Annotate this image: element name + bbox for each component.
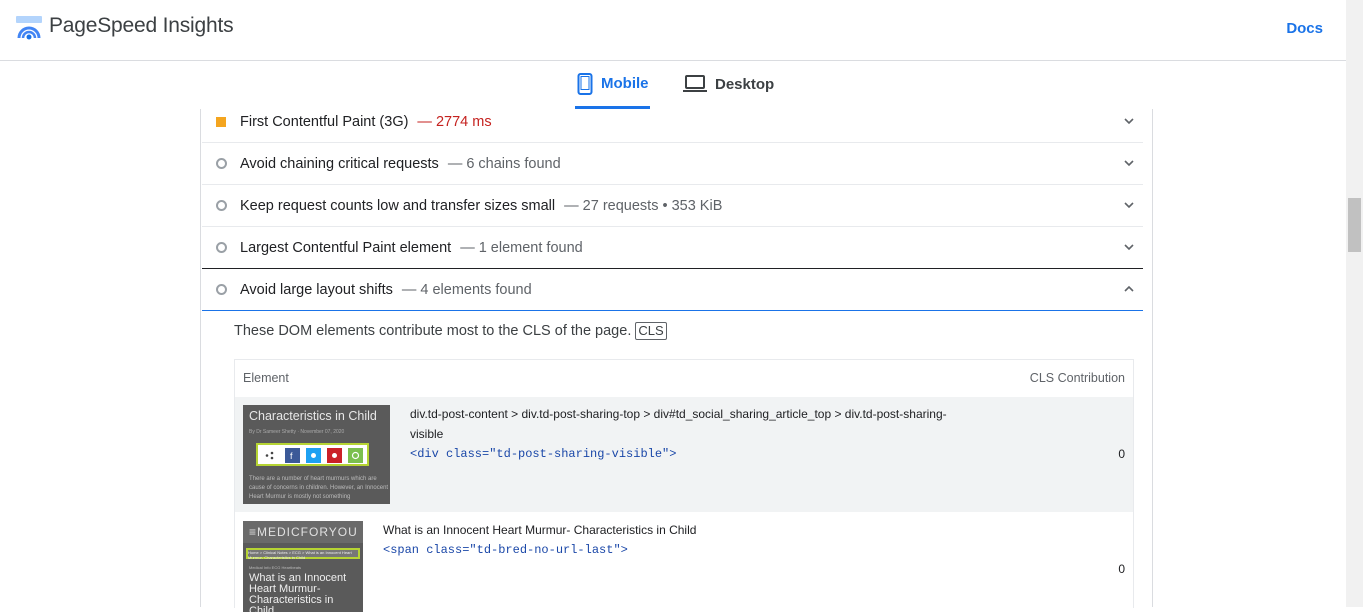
element-screenshot: ≡MEDICFORYOU Home > Clinical Notes > ECG… xyxy=(243,521,363,612)
element-screenshot: Characteristics in Child By Dr Sameer Sh… xyxy=(243,405,390,504)
audit-detail: — 4 elements found xyxy=(401,281,532,298)
tab-desktop-label: Desktop xyxy=(715,75,775,93)
audit-first-contentful-paint[interactable]: First Contentful Paint (3G) — 2774 ms xyxy=(202,101,1143,143)
thumb-brand: ≡MEDICFORYOU xyxy=(243,521,363,543)
thumb-heading: Characteristics in Child xyxy=(249,409,377,423)
pinterest-icon xyxy=(327,448,342,463)
whatsapp-icon xyxy=(348,448,363,463)
audit-detail: — 6 chains found xyxy=(447,155,561,172)
audit-detail: — 27 requests • 353 KiB xyxy=(564,197,723,214)
thumb-meta: By Dr Sameer Shetty · November 07, 2020 xyxy=(249,429,345,435)
app-title: PageSpeed Insights xyxy=(49,14,234,37)
audit-lcp-element[interactable]: Largest Contentful Paint element — 1 ele… xyxy=(202,227,1143,269)
twitter-icon xyxy=(306,448,321,463)
table-row: ≡MEDICFORYOU Home > Clinical Notes > ECG… xyxy=(235,512,1133,612)
audit-detail: — 1 element found xyxy=(460,239,583,256)
column-header-cls: CLS Contribution xyxy=(1029,371,1125,385)
docs-link[interactable]: Docs xyxy=(1286,20,1323,37)
audit-title: Avoid chaining critical requests xyxy=(240,155,439,172)
laptop-icon xyxy=(683,75,707,92)
pagespeed-logo-icon xyxy=(16,16,42,40)
top-header: PageSpeed Insights Docs xyxy=(0,0,1346,61)
average-marker-icon xyxy=(216,116,226,127)
audit-critical-requests[interactable]: Avoid chaining critical requests — 6 cha… xyxy=(202,143,1143,185)
chevron-up-icon xyxy=(1124,285,1134,292)
thumb-tags: Medical Info ECG Heartbeats xyxy=(249,565,302,570)
highlighted-share-bar: f xyxy=(256,443,369,466)
chevron-down-icon xyxy=(1124,202,1134,209)
info-circle-icon xyxy=(216,200,227,211)
audit-request-counts[interactable]: Keep request counts low and transfer siz… xyxy=(202,185,1143,227)
share-icon xyxy=(262,448,277,463)
audit-title: Avoid large layout shifts xyxy=(240,281,393,298)
element-snippet: <span class="td-bred-no-url-last"> xyxy=(383,543,628,557)
audit-title: First Contentful Paint (3G) xyxy=(240,113,409,130)
element-snippet: <div class="td-post-sharing-visible"> xyxy=(410,447,677,461)
element-selector: div.td-post-content > div.td-post-sharin… xyxy=(410,407,947,441)
table-row: Characteristics in Child By Dr Sameer Sh… xyxy=(235,397,1133,512)
element-selector: What is an Innocent Heart Murmur- Charac… xyxy=(383,523,697,537)
cls-contribution-value: 0 xyxy=(1118,447,1125,461)
audit-description: These DOM elements contribute most to th… xyxy=(234,322,667,340)
audit-layout-shifts[interactable]: Avoid large layout shifts — 4 elements f… xyxy=(202,269,1143,311)
facebook-icon: f xyxy=(285,448,300,463)
smartphone-icon xyxy=(577,72,593,95)
cls-badge: CLS xyxy=(635,322,667,340)
audit-title: Keep request counts low and transfer siz… xyxy=(240,197,556,214)
highlighted-breadcrumb: Home > Clinical Notes > ECG > What is an… xyxy=(246,548,360,560)
audit-panel: First Contentful Paint (3G) — 2774 ms Av… xyxy=(200,109,1153,612)
cls-elements-table: Element CLS Contribution Characteristics… xyxy=(234,359,1134,612)
info-circle-icon xyxy=(216,284,227,295)
tab-mobile-label: Mobile xyxy=(601,75,649,92)
chevron-down-icon xyxy=(1124,160,1134,167)
audit-title: Largest Contentful Paint element xyxy=(240,239,452,256)
scrollbar-thumb[interactable] xyxy=(1348,198,1361,252)
info-circle-icon xyxy=(216,242,227,253)
chevron-down-icon xyxy=(1124,118,1134,125)
chevron-down-icon xyxy=(1124,244,1134,251)
info-circle-icon xyxy=(216,158,227,169)
cls-contribution-value: 0 xyxy=(1118,562,1125,576)
description-text: These DOM elements contribute most to th… xyxy=(234,323,632,339)
audit-detail: — 2774 ms xyxy=(417,113,492,130)
page-scrollbar[interactable] xyxy=(1346,0,1363,607)
thumb-paragraph: There are a number of heart murmurs whic… xyxy=(249,476,389,500)
column-header-element: Element xyxy=(243,371,289,385)
thumb-title: What is an Innocent Heart Murmur- Charac… xyxy=(249,572,347,612)
